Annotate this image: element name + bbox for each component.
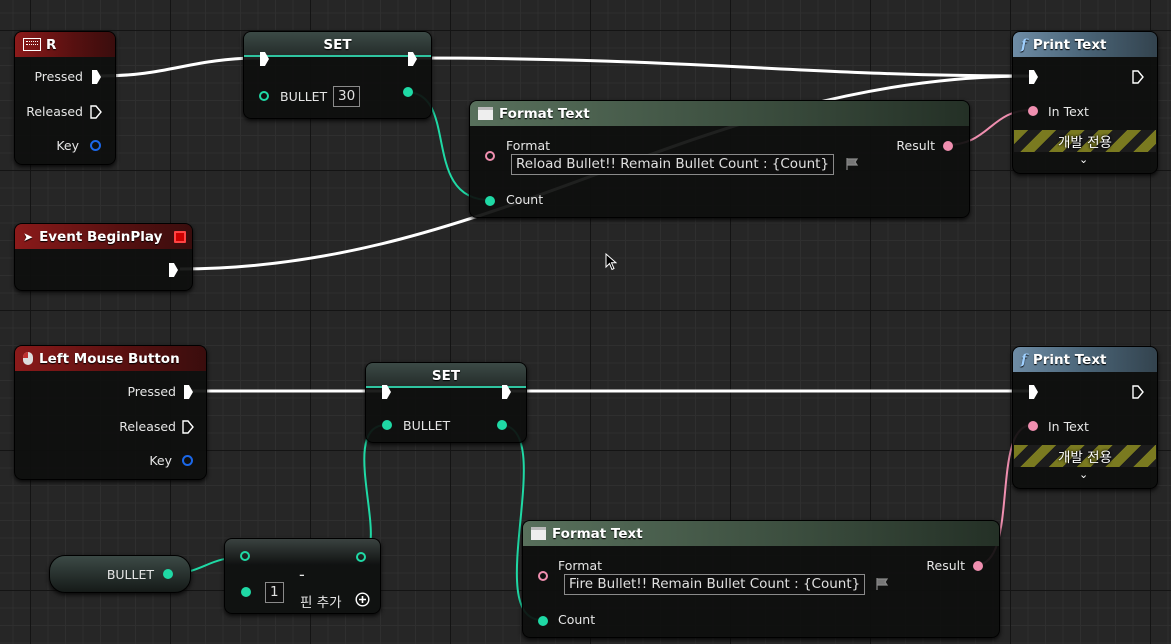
pin-label-key: Key bbox=[149, 453, 172, 468]
pin-label-in-text: In Text bbox=[1048, 104, 1089, 119]
bullet-output-pin[interactable] bbox=[163, 569, 173, 579]
pin-label-released: Released bbox=[119, 419, 176, 434]
node-header: Format Text bbox=[470, 101, 969, 126]
get-bullet-node[interactable]: BULLET bbox=[49, 555, 191, 593]
add-pin-label[interactable]: 핀 추가 bbox=[300, 591, 342, 611]
pin-label-released: Released bbox=[26, 104, 83, 119]
a-input-pin[interactable] bbox=[240, 551, 250, 561]
bullet-output-pin[interactable] bbox=[497, 420, 507, 430]
format-input-pin[interactable] bbox=[538, 571, 548, 581]
pin-label-key: Key bbox=[56, 138, 79, 153]
format-string-field[interactable]: Fire Bullet!! Remain Bullet Count : {Cou… bbox=[564, 574, 866, 595]
result-output-pin[interactable] bbox=[356, 552, 366, 562]
node-header: ➤ Event BeginPlay bbox=[15, 224, 192, 249]
exec-out-pressed-pin[interactable] bbox=[92, 70, 101, 84]
localize-flag-icon[interactable] bbox=[875, 577, 889, 591]
localize-flag-icon[interactable] bbox=[845, 157, 859, 171]
function-icon: f bbox=[1021, 351, 1027, 368]
node-header: SET bbox=[366, 363, 526, 388]
node-header: Left Mouse Button bbox=[15, 346, 206, 371]
b-input-pin[interactable] bbox=[241, 587, 251, 597]
node-header: SET bbox=[244, 32, 431, 57]
subtract-operator-label: - bbox=[299, 565, 305, 584]
keyboard-icon bbox=[23, 38, 41, 51]
bullet-value-field[interactable]: 30 bbox=[333, 86, 361, 107]
pin-label-pressed: Pressed bbox=[127, 384, 176, 399]
input-key-r-node[interactable]: R Pressed Released Key bbox=[14, 31, 116, 165]
pin-label-format: Format bbox=[558, 558, 603, 573]
exec-out-pin[interactable] bbox=[169, 263, 178, 277]
node-title: Print Text bbox=[1032, 351, 1107, 368]
pin-label-pressed: Pressed bbox=[34, 69, 83, 84]
node-header: f Print Text bbox=[1013, 32, 1157, 57]
key-struct-pin[interactable] bbox=[182, 455, 193, 466]
bullet-input-pin[interactable] bbox=[382, 420, 392, 430]
exec-out-pressed-pin[interactable] bbox=[184, 385, 193, 399]
pin-label-count: Count bbox=[558, 612, 596, 627]
node-title: Left Mouse Button bbox=[39, 350, 180, 367]
pin-label-bullet: BULLET bbox=[280, 89, 328, 104]
result-output-pin[interactable] bbox=[973, 561, 983, 571]
node-title: SET bbox=[431, 367, 461, 384]
event-icon: ➤ bbox=[23, 229, 34, 244]
pin-label-in-text: In Text bbox=[1048, 419, 1089, 434]
mouse-cursor-icon bbox=[605, 253, 617, 271]
set-bullet-node-bottom[interactable]: SET BULLET bbox=[365, 362, 527, 443]
count-input-pin[interactable] bbox=[485, 196, 495, 206]
node-title: Print Text bbox=[1032, 36, 1107, 53]
input-left-mouse-button-node[interactable]: Left Mouse Button Pressed Released Key bbox=[14, 345, 207, 480]
node-header: R bbox=[15, 32, 115, 57]
exec-in-pin[interactable] bbox=[1029, 385, 1038, 399]
add-pin-icon[interactable] bbox=[355, 592, 370, 607]
node-header: f Print Text bbox=[1013, 347, 1157, 372]
exec-out-pin[interactable] bbox=[1132, 70, 1144, 84]
node-title: Format Text bbox=[552, 525, 643, 542]
variable-label-bullet: BULLET bbox=[106, 567, 154, 582]
b-value-field[interactable]: 1 bbox=[265, 582, 284, 603]
node-title: SET bbox=[323, 36, 352, 53]
development-only-banner: 개발 전용 bbox=[1014, 445, 1156, 467]
format-text-icon bbox=[531, 527, 546, 540]
subtract-int-node[interactable]: - 1 핀 추가 bbox=[224, 538, 381, 614]
dev-only-label: 개발 전용 bbox=[1058, 135, 1112, 151]
node-title: Format Text bbox=[499, 105, 590, 122]
format-text-node-top[interactable]: Format Text Format Reload Bullet!! Remai… bbox=[469, 100, 970, 218]
development-only-banner: 개발 전용 bbox=[1014, 130, 1156, 152]
format-text-icon bbox=[478, 107, 493, 120]
delegate-pin-icon[interactable] bbox=[174, 231, 186, 243]
function-icon: f bbox=[1021, 36, 1027, 53]
exec-out-released-pin[interactable] bbox=[90, 105, 102, 119]
chevron-down-icon[interactable]: ⌄ bbox=[1079, 153, 1088, 166]
event-beginplay-node[interactable]: ➤ Event BeginPlay bbox=[14, 223, 193, 291]
exec-in-pin[interactable] bbox=[1029, 70, 1038, 84]
exec-out-released-pin[interactable] bbox=[182, 420, 194, 434]
pin-label-bullet: BULLET bbox=[403, 418, 451, 433]
pin-label-format: Format bbox=[506, 138, 551, 153]
exec-wire-set-to-print bbox=[411, 56, 1031, 78]
format-text-node-bottom[interactable]: Format Text Format Fire Bullet!! Remain … bbox=[522, 520, 1000, 638]
node-title: R bbox=[46, 36, 57, 53]
print-text-node-bottom[interactable]: f Print Text In Text 개발 전용 ⌄ bbox=[1012, 346, 1158, 489]
exec-out-pin[interactable] bbox=[1132, 385, 1144, 399]
in-text-pin[interactable] bbox=[1028, 421, 1038, 431]
count-input-pin[interactable] bbox=[538, 616, 548, 626]
node-header: Format Text bbox=[523, 521, 999, 546]
exec-wire-r-to-set bbox=[99, 56, 263, 78]
format-string-field[interactable]: Reload Bullet!! Remain Bullet Count : {C… bbox=[511, 154, 835, 175]
result-output-pin[interactable] bbox=[943, 141, 953, 151]
dev-only-label: 개발 전용 bbox=[1058, 450, 1112, 466]
chevron-down-icon[interactable]: ⌄ bbox=[1079, 468, 1088, 481]
bullet-output-pin[interactable] bbox=[403, 87, 413, 97]
format-input-pin[interactable] bbox=[485, 151, 495, 161]
in-text-pin[interactable] bbox=[1028, 106, 1038, 116]
pin-label-result: Result bbox=[896, 138, 935, 153]
mouse-icon bbox=[23, 352, 33, 365]
pin-label-count: Count bbox=[506, 192, 544, 207]
set-bullet-node-top[interactable]: SET BULLET 30 bbox=[243, 31, 432, 119]
key-struct-pin[interactable] bbox=[90, 140, 101, 151]
pin-label-result: Result bbox=[926, 558, 965, 573]
bullet-input-pin[interactable] bbox=[259, 91, 269, 101]
node-title: Event BeginPlay bbox=[39, 228, 163, 245]
print-text-node-top[interactable]: f Print Text In Text 개발 전용 ⌄ bbox=[1012, 31, 1158, 174]
